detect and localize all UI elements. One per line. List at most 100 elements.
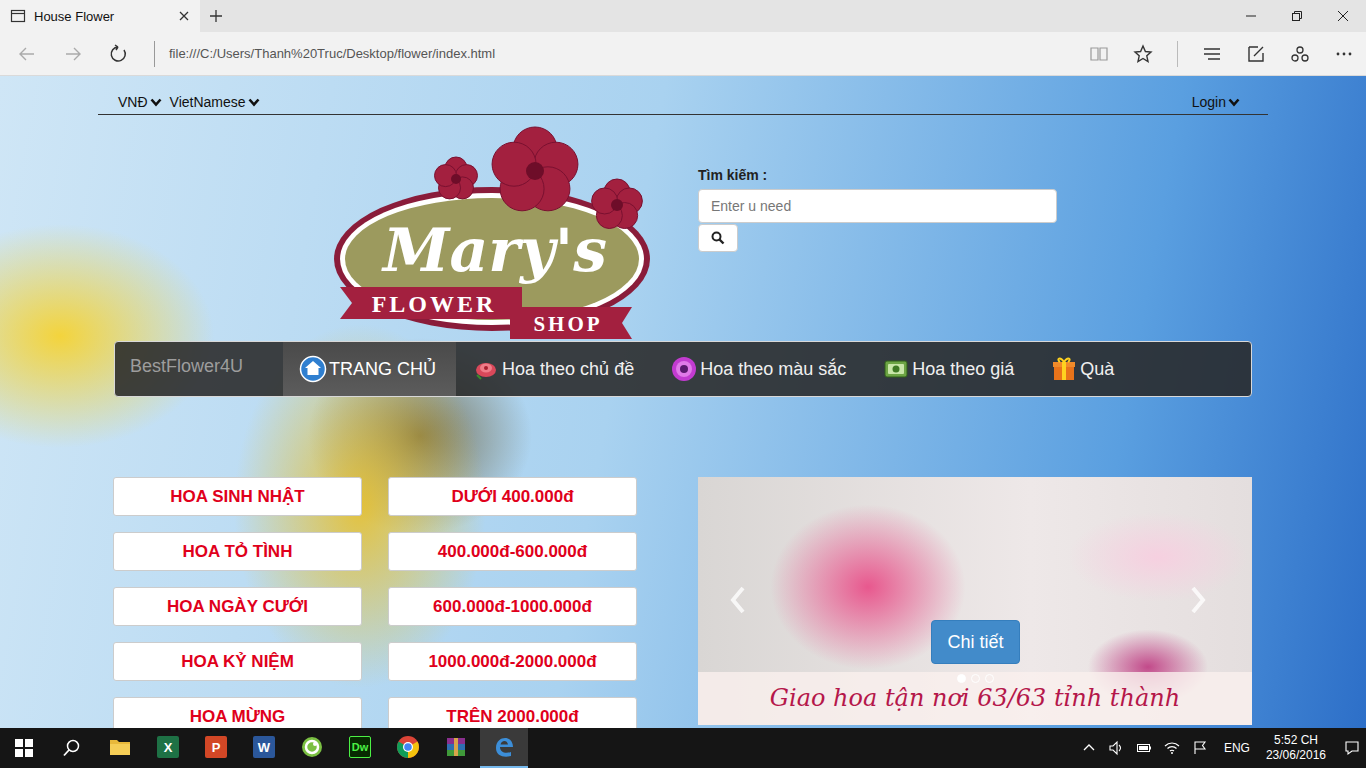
price-button[interactable]: DƯỚI 400.000đ — [388, 477, 637, 516]
chevron-down-icon — [248, 97, 260, 107]
browser-tab[interactable]: House Flower — [0, 0, 200, 32]
nav-item[interactable]: Quà — [1034, 342, 1134, 396]
caret-up-icon[interactable] — [1082, 741, 1096, 755]
screen: House Flower file:///C:/Users/Thanh%20Tru… — [0, 0, 1366, 768]
more-icon[interactable] — [1334, 44, 1354, 64]
separator — [1177, 41, 1178, 67]
folder-icon — [108, 735, 132, 759]
search-box: Tìm kiếm : — [698, 167, 1058, 252]
gift-icon — [1050, 355, 1078, 383]
carousel-indicator[interactable] — [985, 674, 994, 683]
url-field[interactable]: file:///C:/Users/Thanh%20Truc/Desktop/fl… — [169, 46, 1089, 61]
powerpoint-icon: P — [205, 736, 227, 758]
nav-item[interactable]: Hoa theo giá — [866, 342, 1034, 396]
price-button[interactable]: 600.000đ-1000.000đ — [388, 587, 637, 626]
chevron-down-icon — [1228, 97, 1240, 107]
language-indicator[interactable]: ENG — [1224, 741, 1250, 755]
occasion-button[interactable]: HOA TỎ TÌNH — [113, 532, 362, 571]
start-button[interactable] — [0, 728, 48, 768]
green-app-icon — [300, 735, 324, 759]
winrar-icon — [444, 735, 468, 759]
new-tab-button[interactable] — [200, 0, 232, 32]
occasion-button[interactable]: HOA NGÀY CƯỚI — [113, 587, 362, 626]
chevron-right-icon[interactable] — [1188, 585, 1208, 615]
search-label: Tìm kiếm : — [698, 167, 767, 183]
wifi-icon[interactable] — [1164, 740, 1180, 756]
clock[interactable]: 5:52 CH23/06/2016 — [1266, 733, 1326, 763]
search-input[interactable] — [698, 189, 1057, 223]
carousel-indicator[interactable] — [971, 674, 980, 683]
restore-button[interactable] — [1274, 0, 1320, 32]
action-flag-icon[interactable] — [1192, 740, 1208, 756]
separator — [154, 41, 155, 67]
excel-icon: X — [157, 736, 179, 758]
chevron-left-icon[interactable] — [728, 585, 748, 615]
page-icon — [10, 8, 26, 24]
price-button[interactable]: 400.000đ-600.000đ — [388, 532, 637, 571]
search-taskbar-button[interactable] — [48, 728, 96, 768]
speaker-icon[interactable] — [1108, 740, 1124, 756]
search-button[interactable] — [698, 224, 738, 252]
forward-arrow-icon — [63, 44, 83, 64]
star-icon[interactable] — [1133, 44, 1153, 64]
navbar-brand[interactable]: BestFlower4U — [115, 336, 283, 396]
restore-icon — [1291, 10, 1303, 22]
taskbar-app[interactable] — [432, 728, 480, 768]
topbar-dropdown[interactable]: VietNamese — [170, 94, 260, 110]
money-icon — [882, 355, 910, 383]
rose-icon — [472, 355, 500, 383]
occasion-button[interactable]: HOA KỶ NIỆM — [113, 642, 362, 681]
edge-icon — [492, 735, 516, 759]
taskbar: X P W Dw ENG 5:52 CH23/06/2016 — [0, 728, 1366, 768]
occasion-button[interactable]: HOA MỪNG — [113, 697, 362, 728]
detail-button[interactable]: Chi tiết — [931, 620, 1020, 664]
taskbar-app[interactable] — [384, 728, 432, 768]
login-dropdown[interactable]: Login — [1192, 94, 1240, 110]
topbar-dropdown[interactable]: VNĐ — [118, 94, 162, 110]
notification-icon[interactable] — [1344, 740, 1360, 756]
price-button[interactable]: 1000.000đ-2000.000đ — [388, 642, 637, 681]
close-tab-icon[interactable] — [178, 10, 190, 22]
logo-flower-text: FLOWER — [372, 291, 497, 317]
minimize-button[interactable] — [1228, 0, 1274, 32]
taskbar-app[interactable]: P — [192, 728, 240, 768]
purple-flower-icon — [670, 355, 698, 383]
back-arrow-icon — [17, 44, 37, 64]
forward-button[interactable] — [50, 32, 96, 76]
minimize-icon — [1245, 10, 1257, 22]
taskbar-app[interactable] — [480, 728, 528, 768]
taskbar-app[interactable]: X — [144, 728, 192, 768]
battery-icon[interactable] — [1136, 740, 1152, 756]
logo-script-text: Mary's — [381, 215, 607, 285]
taskbar-app[interactable]: W — [240, 728, 288, 768]
refresh-button[interactable] — [96, 32, 142, 76]
chevron-down-icon — [150, 97, 162, 107]
reading-view-icon[interactable] — [1089, 44, 1109, 64]
word-icon: W — [253, 736, 275, 758]
close-window-button[interactable] — [1320, 0, 1366, 32]
main-navbar: BestFlower4UTRANG CHỦHoa theo chủ đềHoa … — [114, 341, 1252, 397]
share-icon[interactable] — [1290, 44, 1310, 64]
search-icon — [63, 739, 81, 757]
nav-item[interactable]: Hoa theo chủ đề — [456, 342, 654, 396]
taskbar-app[interactable]: Dw — [336, 728, 384, 768]
category-grid: HOA SINH NHẬT DƯỚI 400.000đ HOA TỎ TÌNH 400… — [113, 477, 637, 728]
taskbar-app[interactable] — [288, 728, 336, 768]
top-bar: VNĐ VietNamese Login — [98, 76, 1268, 115]
price-button[interactable]: TRÊN 2000.000đ — [388, 697, 637, 728]
plus-icon — [209, 9, 223, 23]
close-icon — [1337, 10, 1349, 22]
back-button[interactable] — [4, 32, 50, 76]
web-page: VNĐVietNameseLoginMary'sFLOWERSHOPTìm ki… — [0, 76, 1366, 728]
taskbar-app[interactable] — [96, 728, 144, 768]
tab-strip: House Flower — [0, 0, 1366, 32]
occasion-button[interactable]: HOA SINH NHẬT — [113, 477, 362, 516]
dreamweaver-icon: Dw — [349, 736, 372, 758]
shop-logo[interactable]: Mary'sFLOWERSHOP — [330, 119, 655, 341]
home-icon — [299, 355, 327, 383]
web-note-icon[interactable] — [1246, 44, 1266, 64]
hub-icon[interactable] — [1202, 44, 1222, 64]
nav-item[interactable]: TRANG CHỦ — [283, 342, 456, 396]
carousel-indicator[interactable] — [957, 674, 966, 683]
nav-item[interactable]: Hoa theo màu sắc — [654, 342, 866, 396]
